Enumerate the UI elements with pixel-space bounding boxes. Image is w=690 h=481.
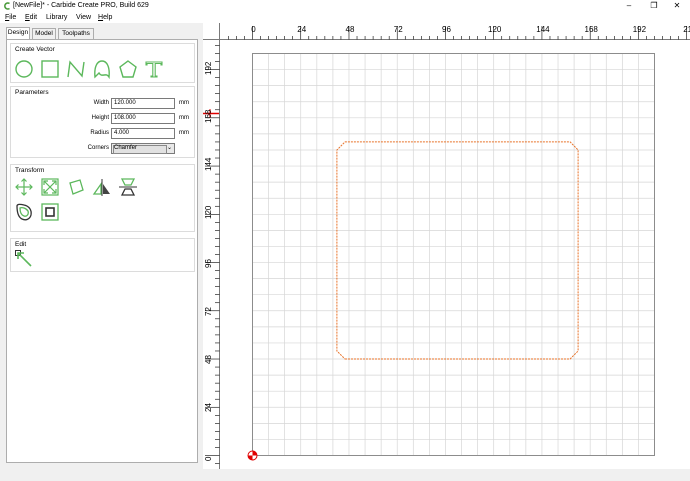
top-ruler-label: 48 (345, 25, 355, 34)
tab-toolpaths[interactable]: Toolpaths (58, 28, 94, 39)
tab-design[interactable]: Design (6, 27, 30, 39)
height-unit: mm (179, 115, 189, 121)
offset-tool-button[interactable] (14, 202, 34, 222)
scale-icon (41, 178, 59, 196)
menu-edit[interactable]: Edit (25, 12, 37, 23)
left-ruler-label: 192 (204, 61, 213, 75)
tab-model[interactable]: Model (32, 28, 56, 39)
node-edit-icon (15, 250, 32, 267)
height-input[interactable]: 108.000 (111, 113, 175, 124)
polygon-icon (119, 60, 137, 78)
width-unit: mm (179, 100, 189, 106)
circle-icon (15, 60, 33, 78)
move-tool-button[interactable] (14, 177, 34, 197)
polygon-tool-button[interactable] (118, 59, 138, 79)
align-tool-button[interactable] (118, 177, 138, 197)
create-vector-title: Create Vector (15, 46, 55, 53)
rotate-tool-button[interactable] (66, 177, 86, 197)
menu-view[interactable]: View (76, 12, 91, 23)
curve-tool-button[interactable] (92, 59, 112, 79)
corners-select-value: Chamfer (114, 145, 138, 151)
top-ruler-label: 192 (632, 25, 647, 34)
radius-label: Radius (90, 130, 109, 136)
top-ruler-label: 24 (297, 25, 307, 34)
design-panel: Create Vector Parameters Width 120.000 m… (6, 39, 198, 463)
top-ruler-label: 168 (584, 25, 598, 34)
width-input[interactable]: 120.000 (111, 98, 175, 109)
height-label: Height (91, 115, 109, 121)
text-icon (145, 61, 163, 78)
rectangle-icon (41, 60, 59, 78)
radius-input[interactable]: 4.000 (111, 128, 175, 139)
rectangle-tool-button[interactable] (40, 59, 60, 79)
chevron-down-icon: ⌄ (166, 145, 172, 151)
status-strip (0, 469, 690, 481)
close-icon: ✕ (673, 1, 681, 10)
menu-help[interactable]: Help (98, 12, 112, 23)
design-canvas[interactable] (203, 23, 690, 469)
transform-title: Transform (15, 167, 45, 174)
top-ruler-label: 0 (251, 25, 256, 34)
top-ruler-label: 21 (683, 25, 690, 34)
menu-bar: File Edit Library View Help (0, 12, 690, 23)
left-ruler-label: 72 (204, 306, 213, 316)
move-icon (15, 178, 33, 196)
restore-icon: ❐ (650, 1, 658, 10)
curve-icon (94, 60, 110, 79)
left-ruler-label: 144 (204, 157, 213, 172)
menu-library[interactable]: Library (46, 12, 67, 23)
title-bar: [NewFile]* - Carbide Create PRO, Build 6… (0, 0, 690, 12)
create-vector-group: Create Vector (10, 43, 195, 83)
parameters-group: Parameters Width 120.000 mm Height 108.0… (10, 86, 195, 158)
close-button[interactable]: ✕ (665, 0, 689, 12)
corners-label: Corners (87, 145, 109, 151)
width-label: Width (93, 100, 109, 106)
edit-title: Edit (15, 241, 27, 248)
edit-group: Edit (10, 238, 195, 272)
left-ruler-label: 168 (204, 109, 213, 123)
rotate-icon (69, 179, 84, 195)
boolean-icon (41, 203, 59, 221)
top-ruler-label: 120 (488, 25, 502, 34)
window-title: [NewFile]* - Carbide Create PRO, Build 6… (13, 2, 149, 9)
top-ruler-label: 144 (536, 25, 550, 34)
top-ruler-label: 72 (393, 25, 403, 34)
left-ruler-label: 24 (204, 403, 213, 413)
app-logo-icon (4, 2, 10, 10)
minimize-button[interactable]: – (617, 0, 641, 12)
align-icon (119, 178, 137, 196)
text-tool-button[interactable] (144, 59, 164, 79)
node-edit-tool-button[interactable] (14, 249, 34, 269)
mirror-icon (92, 179, 110, 196)
circle-tool-button[interactable] (14, 59, 34, 79)
left-ruler-label: 96 (204, 258, 213, 268)
top-ruler-label: 96 (442, 25, 451, 34)
polyline-icon (67, 60, 85, 78)
mirror-tool-button[interactable] (92, 177, 112, 197)
left-ruler-label: 48 (204, 355, 213, 365)
scale-tool-button[interactable] (40, 177, 60, 197)
transform-group: Transform (10, 164, 195, 232)
polyline-tool-button[interactable] (66, 59, 86, 79)
menu-file[interactable]: File (5, 12, 16, 23)
radius-unit: mm (179, 130, 189, 136)
left-ruler-label: 120 (204, 205, 213, 220)
parameters-title: Parameters (15, 89, 49, 96)
corners-select[interactable]: Chamfer ⌄ (111, 143, 175, 154)
boolean-tool-button[interactable] (40, 202, 60, 222)
restore-button[interactable]: ❐ (642, 0, 666, 12)
offset-icon (16, 203, 32, 221)
minimize-icon: – (626, 1, 632, 10)
left-ruler-label: 0 (204, 456, 213, 461)
